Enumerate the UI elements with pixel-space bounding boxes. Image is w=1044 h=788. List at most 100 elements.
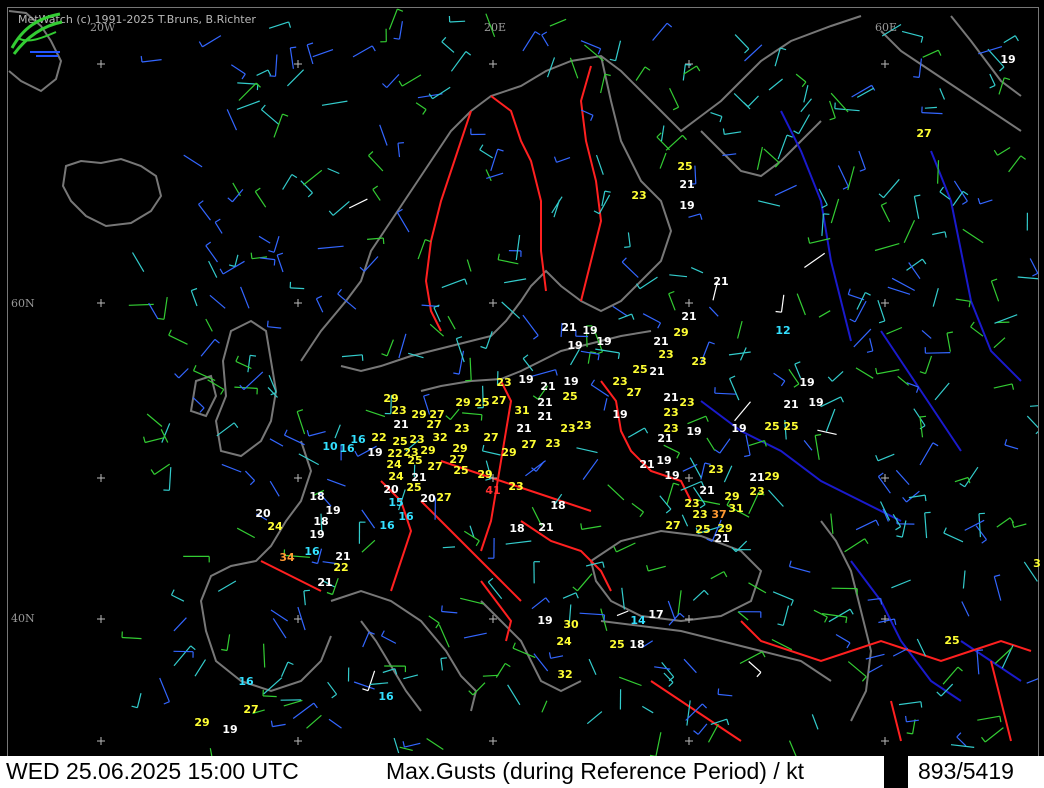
wind-barb-shaft — [615, 40, 622, 61]
wind-barb-shaft — [205, 318, 213, 332]
wind-barb-shaft — [739, 347, 747, 361]
wind-barb-feather — [198, 41, 203, 48]
wind-barb-shaft — [327, 167, 340, 175]
wind-barb-shaft — [656, 136, 670, 151]
wind-barb-feather — [657, 322, 662, 329]
wind-barb-feather — [235, 355, 239, 362]
wind-barb-shaft — [401, 74, 422, 87]
wind-barb-shaft — [234, 254, 239, 267]
wind-barb-feather — [939, 186, 944, 193]
wind-barb-feather — [331, 693, 337, 699]
gust-value: 21 — [749, 471, 765, 484]
wind-barb-feather — [423, 393, 430, 397]
wind-barb-shaft — [669, 274, 688, 278]
wind-barb-feather — [190, 645, 196, 651]
wind-barb-shaft — [955, 298, 971, 302]
wind-barb-shaft — [642, 313, 661, 324]
wind-barb-feather — [254, 187, 261, 192]
wind-barb-shaft — [485, 169, 492, 182]
wind-barb-shaft — [855, 367, 874, 379]
wind-barb-feather — [864, 538, 869, 545]
wind-barb-feather — [288, 21, 292, 28]
wind-barb-feather — [572, 586, 578, 592]
wind-barb-shaft — [978, 513, 981, 538]
gust-value: 23 — [631, 189, 647, 202]
wind-barb-feather — [780, 380, 786, 387]
wind-barb-shaft — [954, 476, 969, 483]
gust-value: 21 — [699, 484, 715, 497]
wind-barb-shaft — [272, 618, 287, 639]
gust-value: 15 — [388, 496, 404, 509]
wind-barb-shaft — [612, 305, 628, 317]
gust-value: 20 — [420, 492, 436, 505]
wind-barb-shaft — [1026, 678, 1038, 684]
gust-value: 31 — [728, 502, 744, 515]
wind-barb-shaft — [1008, 155, 1022, 173]
wind-barb-shaft — [655, 732, 662, 756]
grid-label-60n: 60N — [11, 297, 35, 310]
wind-barb-shaft — [867, 597, 881, 601]
wind-barb-feather — [590, 379, 596, 386]
wind-barb-feather — [311, 561, 318, 565]
gust-value: 22 — [371, 431, 387, 444]
wind-barb-feather — [372, 185, 379, 190]
wind-barb-shaft — [1026, 415, 1038, 429]
wind-barb-feather — [270, 720, 273, 727]
wind-barb-feather — [548, 652, 552, 659]
wind-barb-shaft — [814, 435, 820, 460]
wind-barb-feather — [696, 65, 701, 72]
wind-barb-feather — [497, 253, 500, 260]
map-canvas[interactable]: MetWatch (c) 1991-2025 T.Bruns, B.Richte… — [7, 7, 1041, 757]
wind-barb-feather — [861, 676, 867, 682]
wind-barb-shaft — [399, 746, 413, 751]
wind-barb-shaft — [993, 383, 1013, 389]
wind-barb-feather — [780, 47, 787, 51]
wind-barb-feather — [512, 642, 516, 649]
wind-barb-shaft — [897, 375, 910, 386]
wind-barb-shaft — [854, 300, 867, 323]
wind-barb-shaft — [183, 154, 203, 168]
gust-value: 14 — [630, 614, 646, 627]
wind-barb-feather — [191, 287, 198, 292]
gust-value: 23 — [576, 419, 592, 432]
wind-barb-shaft — [803, 85, 809, 103]
wind-barb-shaft — [415, 102, 427, 110]
wind-barb-shaft — [582, 458, 599, 480]
wind-barb-shaft — [895, 469, 910, 486]
wind-barb-shaft — [327, 681, 338, 695]
wind-barb-shaft — [635, 66, 646, 81]
wind-barb-feather — [440, 657, 447, 660]
gust-value: 19 — [563, 375, 579, 388]
wind-barb-shaft — [398, 333, 407, 359]
wind-barb-shaft — [549, 18, 567, 27]
gust-value: 29 — [477, 468, 493, 481]
wind-barb-feather — [744, 454, 751, 458]
wind-barb-shaft — [788, 740, 797, 756]
wind-barb-feather — [824, 616, 828, 623]
wind-barb-shaft — [710, 112, 723, 117]
wind-barb-shaft — [273, 113, 284, 138]
wind-barb-feather — [316, 295, 323, 300]
wind-barb-shaft — [847, 166, 855, 191]
map-window: MetWatch (c) 1991-2025 T.Bruns, B.Richte… — [0, 0, 1044, 788]
wind-barb-feather — [1014, 35, 1019, 42]
gust-value: 21 — [537, 396, 553, 409]
gust-value: 21 — [663, 391, 679, 404]
wind-barb-shaft — [208, 260, 218, 278]
wind-barb-shaft — [937, 160, 940, 184]
wind-barb-feather — [896, 535, 903, 538]
wind-barb-feather — [875, 367, 878, 375]
wind-barb-shaft — [207, 379, 225, 390]
wind-barb-shaft — [353, 681, 375, 690]
wind-barb-shaft — [365, 409, 386, 418]
coastlines — [8, 10, 1022, 722]
wind-barb-shaft — [648, 565, 666, 572]
wind-barb-feather — [849, 318, 856, 323]
wind-barb-feather — [902, 497, 907, 503]
wind-barb-feather — [790, 599, 794, 606]
gust-value: 19 — [799, 376, 815, 389]
wind-barb-shaft — [479, 149, 493, 159]
wind-barb-feather — [504, 662, 511, 668]
gust-value: 23 — [560, 422, 576, 435]
wind-barb-shaft — [284, 434, 305, 446]
